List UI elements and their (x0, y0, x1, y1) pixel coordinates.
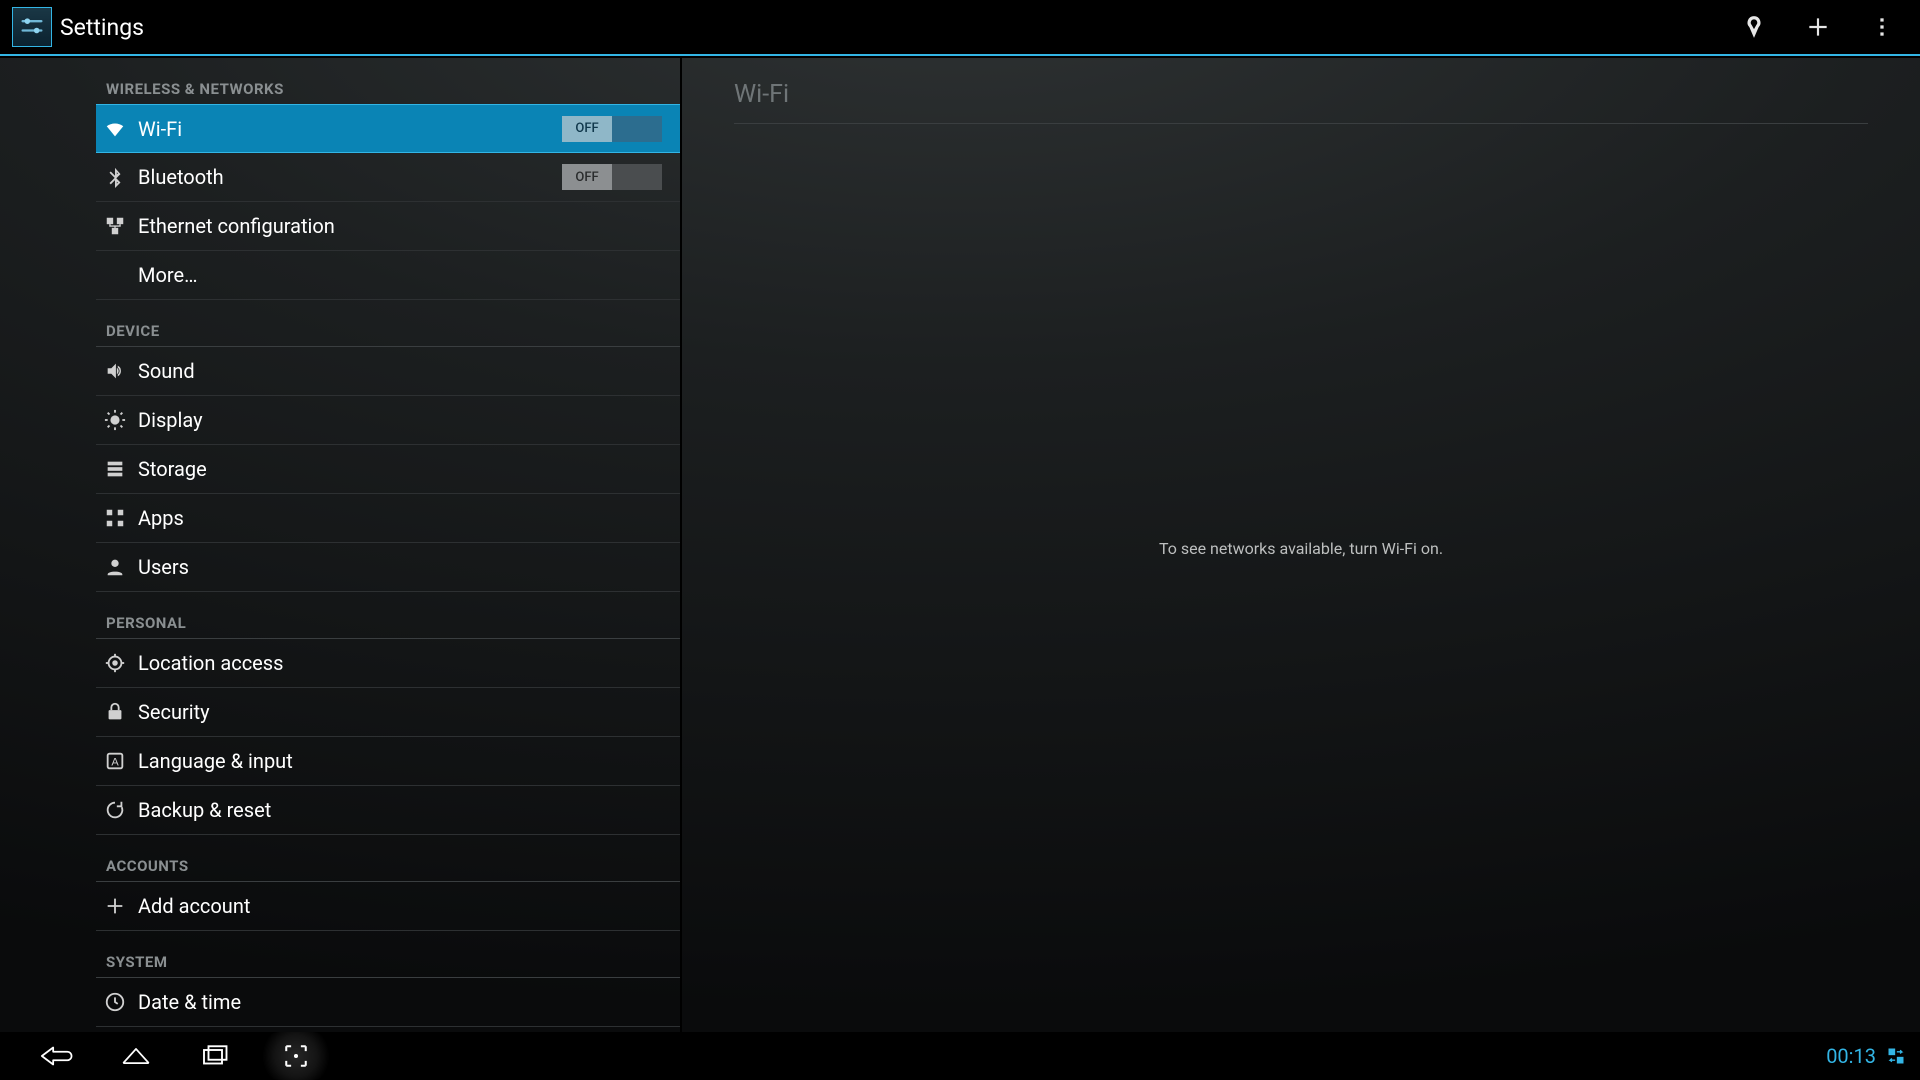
settings-row-ethernet[interactable]: Ethernet configuration (96, 202, 680, 251)
sliders-icon (18, 13, 46, 41)
settings-row-users[interactable]: Users (96, 543, 680, 592)
wps-button[interactable] (1722, 0, 1786, 55)
row-label: Users (138, 555, 662, 579)
sound-icon (102, 358, 128, 384)
plus-icon (102, 893, 128, 919)
detail-pane: Wi-Fi To see networks available, turn Wi… (682, 58, 1920, 1032)
settings-app-icon[interactable] (12, 7, 52, 47)
storage-icon (102, 456, 128, 482)
back-button[interactable] (16, 1032, 96, 1080)
bluetooth-toggle[interactable]: OFF (562, 164, 662, 190)
settings-row-sound[interactable]: Sound (96, 347, 680, 396)
settings-row-wifi[interactable]: Wi-Fi OFF (96, 104, 680, 153)
section-header-accounts: ACCOUNTS (96, 835, 680, 881)
screenshot-button[interactable] (256, 1032, 336, 1080)
network-status-icon[interactable] (1886, 1046, 1906, 1066)
apps-icon (102, 505, 128, 531)
overflow-icon (1869, 14, 1895, 40)
screenshot-icon (283, 1043, 309, 1069)
row-label: Backup & reset (138, 798, 662, 822)
recents-button[interactable] (176, 1032, 256, 1080)
row-label: Apps (138, 506, 662, 530)
bluetooth-icon (102, 164, 128, 190)
settings-list-pane: WIRELESS & NETWORKS Wi-Fi OFF Bluetooth (0, 58, 680, 1032)
back-icon (39, 1044, 73, 1068)
row-label: Date & time (138, 990, 662, 1014)
plus-icon (1805, 14, 1831, 40)
status-clock[interactable]: 00:13 (1826, 1044, 1876, 1068)
toggle-knob: OFF (562, 116, 612, 142)
section-header-wireless: WIRELESS & NETWORKS (96, 58, 680, 104)
section-header-device: DEVICE (96, 300, 680, 346)
recents-icon (201, 1044, 231, 1068)
action-bar: Settings (0, 0, 1920, 56)
language-icon: A (102, 748, 128, 774)
row-label: Storage (138, 457, 662, 481)
settings-row-more[interactable]: More… (96, 251, 680, 300)
page-title: Settings (60, 14, 144, 41)
add-network-button[interactable] (1786, 0, 1850, 55)
row-label: Sound (138, 359, 662, 383)
ethernet-icon (102, 213, 128, 239)
settings-row-location[interactable]: Location access (96, 639, 680, 688)
svg-text:A: A (111, 757, 119, 769)
blank-icon (102, 262, 128, 288)
settings-row-add-account[interactable]: Add account (96, 882, 680, 931)
settings-row-backup[interactable]: Backup & reset (96, 786, 680, 835)
row-label: Wi-Fi (138, 117, 562, 141)
row-label: More… (138, 263, 662, 287)
overflow-menu-button[interactable] (1850, 0, 1914, 55)
backup-icon (102, 797, 128, 823)
wps-icon (1741, 14, 1767, 40)
display-icon (102, 407, 128, 433)
settings-row-storage[interactable]: Storage (96, 445, 680, 494)
home-button[interactable] (96, 1032, 176, 1080)
row-label: Ethernet configuration (138, 214, 662, 238)
settings-row-datetime[interactable]: Date & time (96, 978, 680, 1027)
toggle-knob: OFF (562, 164, 612, 190)
lock-icon (102, 699, 128, 725)
navigation-bar: 00:13 (0, 1032, 1920, 1080)
detail-empty-message: To see networks available, turn Wi-Fi on… (682, 539, 1920, 558)
row-label: Display (138, 408, 662, 432)
settings-row-security[interactable]: Security (96, 688, 680, 737)
detail-title: Wi-Fi (734, 58, 1868, 124)
wifi-toggle[interactable]: OFF (562, 116, 662, 142)
row-label: Location access (138, 651, 662, 675)
settings-row-language[interactable]: A Language & input (96, 737, 680, 786)
settings-row-apps[interactable]: Apps (96, 494, 680, 543)
clock-icon (102, 989, 128, 1015)
wifi-icon (102, 116, 128, 142)
users-icon (102, 554, 128, 580)
settings-row-bluetooth[interactable]: Bluetooth OFF (96, 153, 680, 202)
row-label: Language & input (138, 749, 662, 773)
row-label: Bluetooth (138, 165, 562, 189)
location-icon (102, 650, 128, 676)
row-label: Security (138, 700, 662, 724)
settings-row-display[interactable]: Display (96, 396, 680, 445)
section-header-personal: PERSONAL (96, 592, 680, 638)
home-icon (119, 1044, 153, 1068)
row-label: Add account (138, 894, 662, 918)
section-header-system: SYSTEM (96, 931, 680, 977)
